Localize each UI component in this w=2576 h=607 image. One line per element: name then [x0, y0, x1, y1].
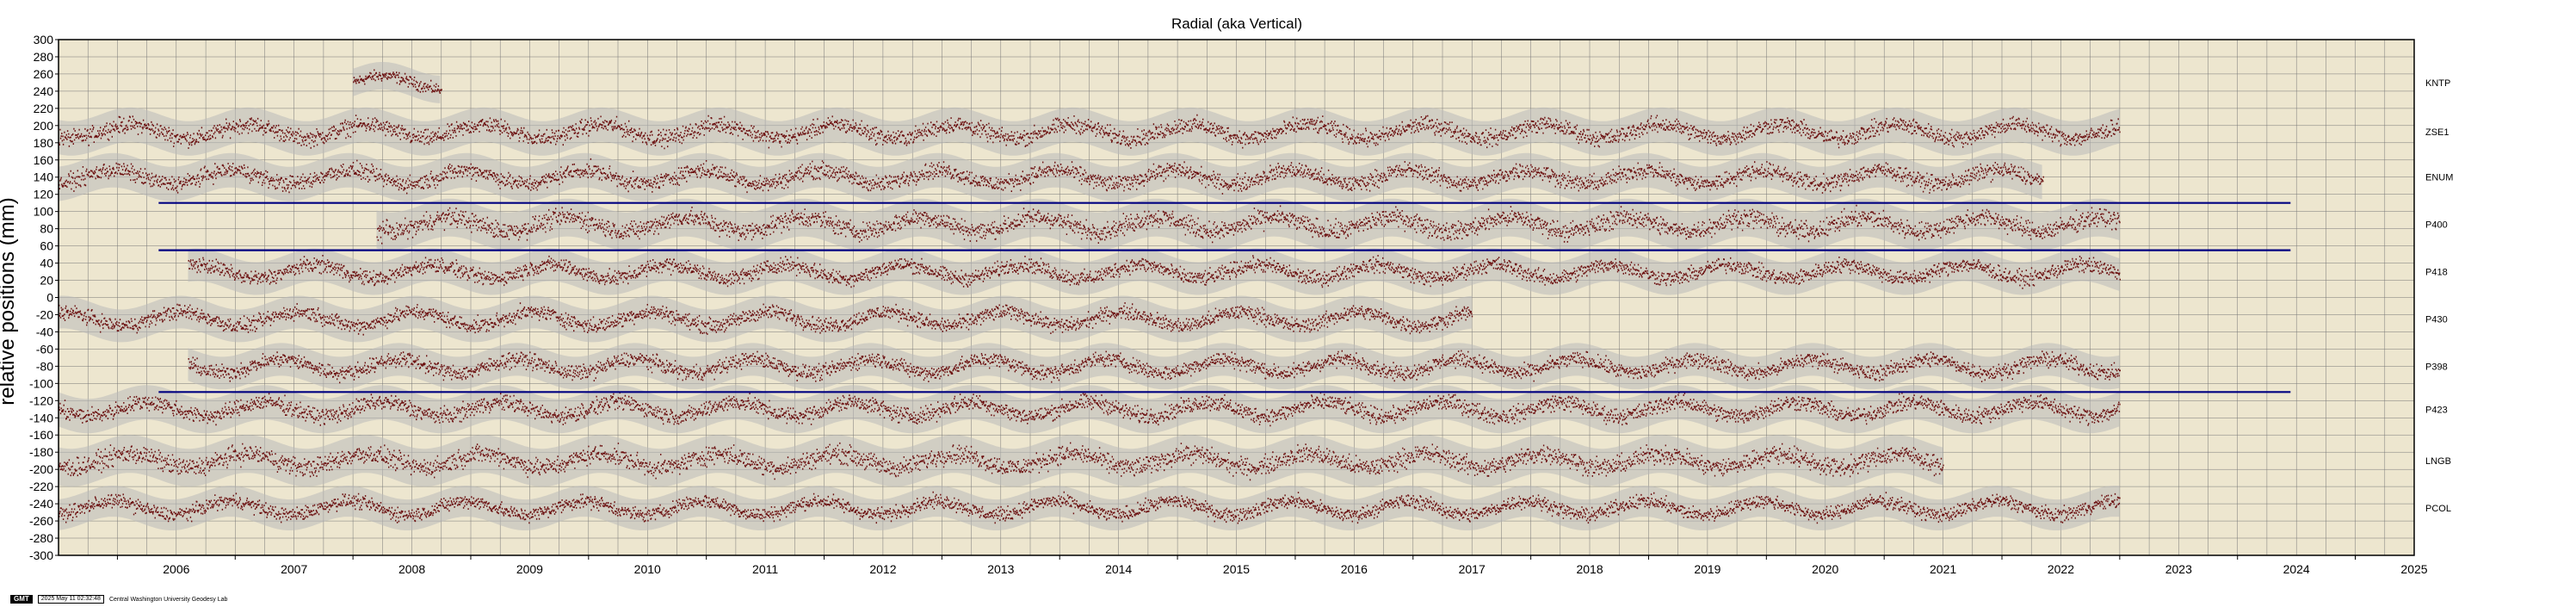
- series-labels: KNTP ZSE1 ENUM P400 P418 P430 P398 P423 LNGB PCOL: [2425, 78, 2453, 514]
- y-tick-label: 240: [34, 84, 54, 98]
- y-tick-label: -200: [29, 462, 53, 476]
- x-tick-label: 2008: [398, 562, 425, 576]
- y-tick-label: -60: [36, 342, 53, 356]
- chart-title: Radial (aka Vertical): [1171, 15, 1302, 32]
- x-tick-label: 2007: [281, 562, 307, 576]
- y-tick-label: 20: [40, 274, 53, 288]
- series-label-kntp: KNTP: [2425, 78, 2450, 89]
- y-tick-label: 120: [34, 188, 54, 201]
- y-tick-label: -120: [29, 393, 53, 407]
- series-label-p398: P398: [2425, 362, 2448, 372]
- y-tick-label: 100: [34, 205, 54, 219]
- series-label-p400: P400: [2425, 220, 2448, 231]
- y-tick-label: 140: [34, 170, 54, 184]
- series-label-pcol: PCOL: [2425, 504, 2451, 514]
- timestamp: 2025 May 11 02:32:48: [37, 595, 104, 604]
- y-tick-label: 40: [40, 257, 53, 270]
- x-tick-label: 2013: [987, 562, 1014, 576]
- y-tick-label: -180: [29, 445, 53, 459]
- x-tick-label: 2010: [634, 562, 661, 576]
- y-tick-label: -100: [29, 376, 53, 390]
- series-label-enum: ENUM: [2425, 173, 2453, 183]
- y-tick-label: 60: [40, 239, 53, 253]
- y-axis-label: relative positions (mm): [0, 197, 19, 405]
- y-tick-label: 160: [34, 153, 54, 167]
- series-label-zse1: ZSE1: [2425, 127, 2449, 138]
- x-tick-label: 2025: [2400, 562, 2427, 576]
- x-tick-label: 2022: [2048, 562, 2074, 576]
- x-tick-label: 2006: [163, 562, 189, 576]
- y-tick-label: 280: [34, 50, 54, 64]
- y-tick-label: -140: [29, 411, 53, 424]
- x-tick-label: 2012: [869, 562, 896, 576]
- series-label-p423: P423: [2425, 405, 2448, 415]
- credit-text: Central Washington University Geodesy La…: [108, 596, 228, 603]
- x-tick-label: 2014: [1105, 562, 1132, 576]
- y-tick-label: -80: [36, 359, 53, 373]
- series-label-lngb: LNGB: [2425, 456, 2451, 467]
- footer: GMT 2025 May 11 02:32:48 Central Washing…: [10, 595, 227, 604]
- gmt-logo: GMT: [10, 595, 33, 604]
- x-tick-label: 2018: [1576, 562, 1603, 576]
- y-tick-label: 220: [34, 102, 54, 115]
- chart: Radial (aka Vertical) relative positions…: [0, 15, 2453, 576]
- x-tick-label: 2024: [2283, 562, 2310, 576]
- series-label-p430: P430: [2425, 314, 2448, 325]
- x-tick-label: 2011: [752, 562, 778, 576]
- y-tick-label: -300: [29, 548, 53, 562]
- x-tick-labels: 2006 2007 2008 2009 2010 2011 2012 2013 2014 2015…: [116, 555, 2428, 576]
- y-tick-label: 80: [40, 222, 53, 236]
- x-tick-label: 2023: [2165, 562, 2192, 576]
- y-tick-label: -220: [29, 480, 53, 493]
- x-tick-label: 2015: [1223, 562, 1250, 576]
- y-tick-label: 180: [34, 136, 54, 150]
- x-tick-label: 2016: [1341, 562, 1368, 576]
- y-tick-label: -40: [36, 325, 53, 338]
- y-tick-label: -160: [29, 428, 53, 442]
- x-tick-label: 2021: [1930, 562, 1956, 576]
- x-tick-label: 2020: [1812, 562, 1838, 576]
- y-tick-label: 0: [46, 291, 53, 305]
- y-tick-labels: 3002802602402202001801601401201008060402…: [29, 33, 59, 562]
- series-label-p418: P418: [2425, 268, 2448, 278]
- y-tick-label: 200: [34, 119, 54, 133]
- y-tick-label: 300: [34, 33, 54, 46]
- y-tick-label: -20: [36, 307, 53, 321]
- y-tick-label: -240: [29, 497, 53, 511]
- x-tick-label: 2019: [1694, 562, 1720, 576]
- x-tick-label: 2017: [1459, 562, 1486, 576]
- y-tick-label: -280: [29, 531, 53, 545]
- x-tick-label: 2009: [516, 562, 543, 576]
- y-tick-label: 260: [34, 67, 54, 81]
- y-tick-label: -260: [29, 514, 53, 528]
